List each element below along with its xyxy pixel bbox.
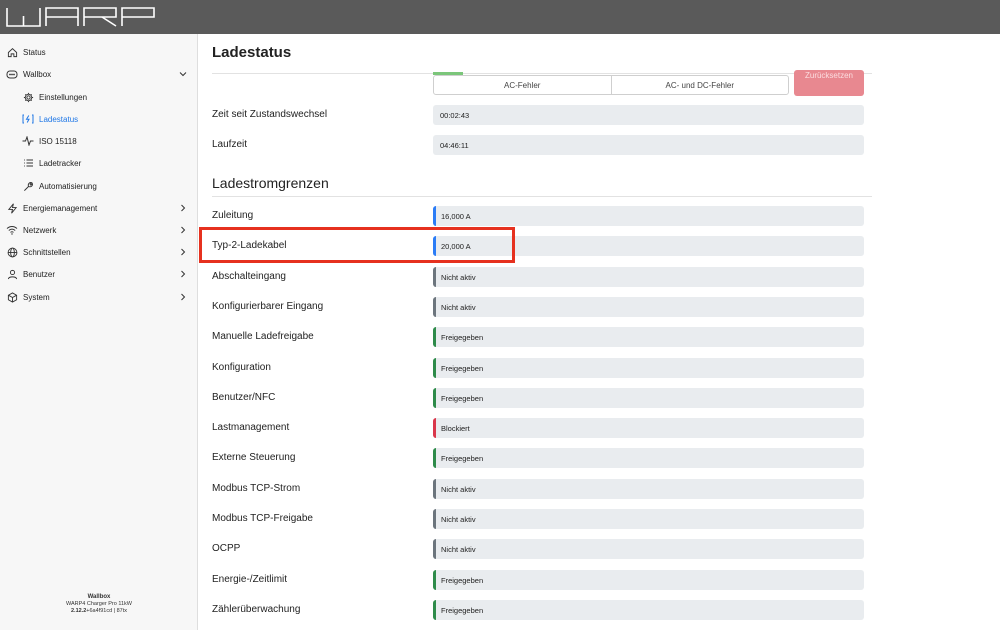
sidebar-item-label: Wallbox — [23, 69, 52, 79]
sidebar-item-einstellungen[interactable]: Einstellungen — [0, 86, 198, 108]
limit-value-zuleitung: 16,000 A — [433, 206, 864, 226]
limit-label-konfigurierbarer-eingang: Konfigurierbarer Eingang — [212, 301, 324, 312]
chevron-right-icon[interactable] — [178, 291, 188, 303]
wallbox-icon — [6, 68, 18, 80]
chevron-right-icon[interactable] — [178, 246, 188, 258]
limit-label-modbus-tcp-freigabe: Modbus TCP-Freigabe — [212, 513, 313, 524]
sidebar-item-schnittstellen[interactable]: Schnittstellen — [0, 241, 198, 263]
sidebar-item-label: Schnittstellen — [23, 247, 71, 257]
home-icon — [6, 46, 18, 58]
wrench-icon — [22, 180, 34, 192]
limit-value-manuelle-ladefreigabe: Freigegeben — [433, 327, 864, 347]
gear-icon — [22, 91, 34, 103]
sidebar-item-label: Benutzer — [23, 269, 56, 279]
page-title: Ladestatus — [212, 44, 292, 61]
firmware-version: 2.12.2+6a4f91cd | 87tx — [0, 608, 198, 615]
main-content: Ladestatus AC-Fehler AC- und DC-Fehler Z… — [199, 34, 1000, 630]
sidebar-item-energiemanagement[interactable]: Energiemanagement — [0, 197, 198, 219]
limit-label-zählerüberwachung: Zählerüberwachung — [212, 604, 301, 615]
limit-label-manuelle-ladefreigabe: Manuelle Ladefreigabe — [212, 331, 314, 342]
firmware-version-number: 2.12.2 — [70, 608, 87, 614]
sidebar-item-label: Netzwerk — [23, 225, 57, 235]
sidebar-item-label: Status — [23, 47, 46, 57]
charging-icon — [22, 113, 34, 125]
user-icon — [6, 268, 18, 280]
limit-label-modbus-tcp-strom: Modbus TCP-Strom — [212, 483, 301, 494]
globe-icon — [6, 246, 18, 258]
error-button-group: AC-Fehler AC- und DC-Fehler — [433, 75, 789, 95]
sidebar-item-system[interactable]: System — [0, 286, 198, 308]
bolt-icon — [6, 202, 18, 214]
limit-label-konfiguration: Konfiguration — [212, 362, 271, 373]
pulse-icon — [22, 135, 34, 147]
sidebar-item-label: Einstellungen — [39, 92, 88, 102]
section-divider — [212, 196, 872, 197]
title-divider — [212, 73, 872, 74]
limit-value-energie-zeitlimit: Freigegeben — [433, 570, 864, 590]
sidebar-item-benutzer[interactable]: Benutzer — [0, 263, 198, 285]
sidebar-item-wallbox[interactable]: Wallbox — [0, 63, 198, 85]
sidebar-item-label: Energiemanagement — [23, 203, 98, 213]
runtime-label: Laufzeit — [212, 139, 248, 150]
list-icon — [22, 157, 34, 169]
limit-label-energie-zeitlimit: Energie-/Zeitlimit — [212, 574, 288, 585]
device-model: WARP4 Charger Pro 11kW — [65, 601, 133, 607]
device-info-title: Wallbox — [87, 594, 111, 600]
sidebar-item-iso15118[interactable]: ISO 15118 — [0, 130, 198, 152]
ac-error-button[interactable]: AC-Fehler — [434, 76, 611, 94]
firmware-version-build: +6a4f91cd | 87tx — [86, 608, 128, 614]
sidebar-item-label: Automatisierung — [39, 181, 97, 191]
chevron-down-icon[interactable] — [178, 68, 188, 80]
limit-value-abschalteingang: Nicht aktiv — [433, 267, 864, 287]
limit-value-modbus-tcp-freigabe: Nicht aktiv — [433, 509, 864, 529]
device-info: Wallbox WARP4 Charger Pro 11kW 2.12.2+6a… — [0, 594, 198, 615]
limit-label-ocpp: OCPP — [212, 543, 241, 554]
sidebar-item-status[interactable]: Status — [0, 41, 198, 63]
sidebar-item-automatisierung[interactable]: Automatisierung — [0, 175, 198, 197]
top-bar — [0, 0, 1000, 34]
limit-label-abschalteingang: Abschalteingang — [212, 271, 286, 282]
sidebar-item-label: ISO 15118 — [39, 136, 77, 146]
limit-label-typ-2-ladekabel: Typ-2-Ladekabel — [212, 240, 287, 251]
time-since-state-change-label: Zeit seit Zustandswechsel — [212, 109, 328, 120]
limit-value-zählerüberwachung: Freigegeben — [433, 600, 864, 620]
section-title-charging-limits: Ladestromgrenzen — [212, 175, 329, 191]
limit-value-konfigurierbarer-eingang: Nicht aktiv — [433, 297, 864, 317]
wifi-icon — [6, 224, 18, 236]
limit-value-typ-2-ladekabel: 20,000 A — [433, 236, 864, 256]
limit-label-zuleitung: Zuleitung — [212, 210, 254, 221]
limit-value-externe-steuerung: Freigegeben — [433, 448, 864, 468]
sidebar-item-label: Ladetracker — [39, 158, 82, 168]
sidebar-item-label: Ladestatus — [39, 114, 79, 124]
limit-label-externe-steuerung: Externe Steuerung — [212, 452, 296, 463]
limit-value-lastmanagement: Blockiert — [433, 418, 864, 438]
runtime-value: 04:46:11 — [433, 135, 864, 155]
sidebar-item-netzwerk[interactable]: Netzwerk — [0, 219, 198, 241]
limit-value-benutzer-nfc: Freigegeben — [433, 388, 864, 408]
ac-dc-error-button[interactable]: AC- und DC-Fehler — [610, 76, 789, 94]
chevron-right-icon[interactable] — [178, 268, 188, 280]
time-since-state-change-value: 00:02:43 — [433, 105, 864, 125]
cube-icon — [6, 291, 18, 303]
limit-value-ocpp: Nicht aktiv — [433, 539, 864, 559]
limit-value-konfiguration: Freigegeben — [433, 358, 864, 378]
reset-button[interactable]: Zurücksetzen — [794, 70, 864, 96]
limit-label-lastmanagement: Lastmanagement — [212, 422, 290, 433]
limit-value-modbus-tcp-strom: Nicht aktiv — [433, 479, 864, 499]
sidebar-item-ladetracker[interactable]: Ladetracker — [0, 152, 198, 174]
sidebar-item-label: System — [23, 292, 50, 302]
limit-label-benutzer-nfc: Benutzer/NFC — [212, 392, 276, 403]
chevron-right-icon[interactable] — [178, 202, 188, 214]
sidebar: Status Wallbox Einstellungen Ladestatus … — [0, 34, 198, 630]
sidebar-item-ladestatus[interactable]: Ladestatus — [0, 108, 198, 130]
warp-logo[interactable] — [6, 7, 156, 27]
chevron-right-icon[interactable] — [178, 224, 188, 236]
